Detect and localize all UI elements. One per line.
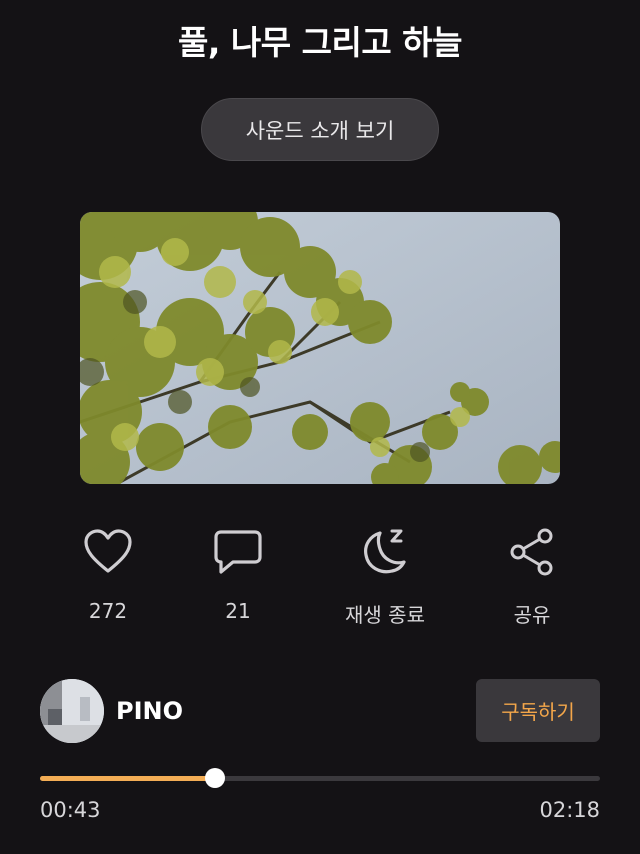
comment-icon [173, 525, 303, 579]
share-button[interactable]: 공유 [467, 525, 597, 628]
sleep-timer-button[interactable]: 재생 종료 [320, 525, 450, 628]
sound-thumbnail-image [80, 212, 560, 484]
channel-info[interactable]: PINO [40, 679, 183, 743]
comment-count: 21 [225, 599, 251, 623]
share-icon [467, 525, 597, 579]
like-button[interactable]: 272 [43, 525, 173, 623]
playback-progress-bar[interactable] [40, 768, 600, 788]
progress-fill [40, 776, 215, 781]
comment-button[interactable]: 21 [173, 525, 303, 623]
subscribe-button[interactable]: 구독하기 [476, 679, 600, 742]
sound-title: 풀, 나무 그리고 하늘 [178, 23, 462, 62]
share-label: 공유 [513, 603, 551, 627]
heart-icon [43, 525, 173, 579]
channel-name: PINO [116, 697, 184, 725]
moon-icon [320, 525, 450, 579]
total-time: 02:18 [539, 798, 600, 822]
sound-intro-button[interactable]: 사운드 소개 보기 [201, 98, 439, 161]
current-time: 00:43 [40, 798, 101, 822]
like-count: 272 [88, 599, 128, 623]
progress-handle[interactable] [204, 768, 225, 788]
sleep-timer-label: 재생 종료 [345, 603, 425, 627]
avatar [40, 679, 104, 743]
